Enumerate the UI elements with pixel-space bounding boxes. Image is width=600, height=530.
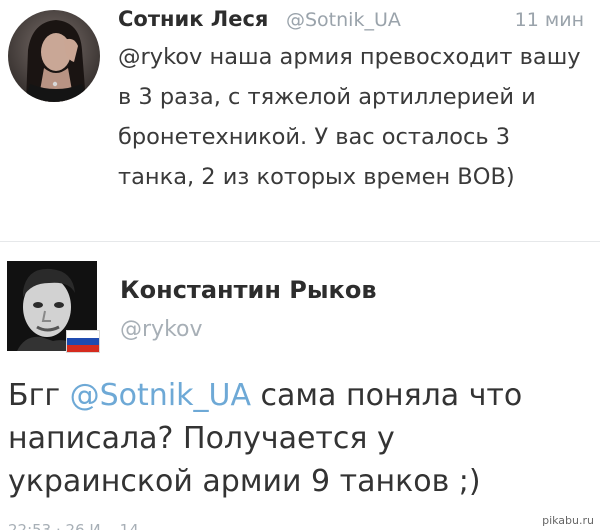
avatar-sotnik[interactable]	[8, 10, 100, 102]
avatar-photo	[8, 10, 100, 102]
author-handle[interactable]: @rykov	[120, 317, 203, 342]
tweet-2-prefix: Бгг	[8, 378, 70, 413]
tweet-time[interactable]: 11 мин	[515, 9, 584, 31]
author-handle[interactable]: @Sotnik_UA	[286, 9, 401, 31]
tweet-1-header: Сотник Леся @Sotnik_UA 11 мин	[118, 5, 588, 37]
mention-link[interactable]: @rykov	[118, 44, 202, 70]
watermark: pikabu.ru	[542, 514, 594, 527]
author-name[interactable]: Константин Рыков	[120, 276, 377, 304]
author-name[interactable]: Сотник Леся	[118, 7, 268, 31]
tweet-1-text: @rykov наша армия превосходит вашу в 3 р…	[118, 37, 588, 197]
mention-link[interactable]: @Sotnik_UA	[70, 378, 251, 413]
russian-flag-icon	[66, 330, 100, 353]
tweet-divider	[0, 241, 600, 242]
tweet-2-meta: 22:53 · 26 И... 14	[8, 521, 139, 530]
tweet-2-text: Бгг @Sotnik_UA сама поняла что написала?…	[8, 374, 568, 503]
